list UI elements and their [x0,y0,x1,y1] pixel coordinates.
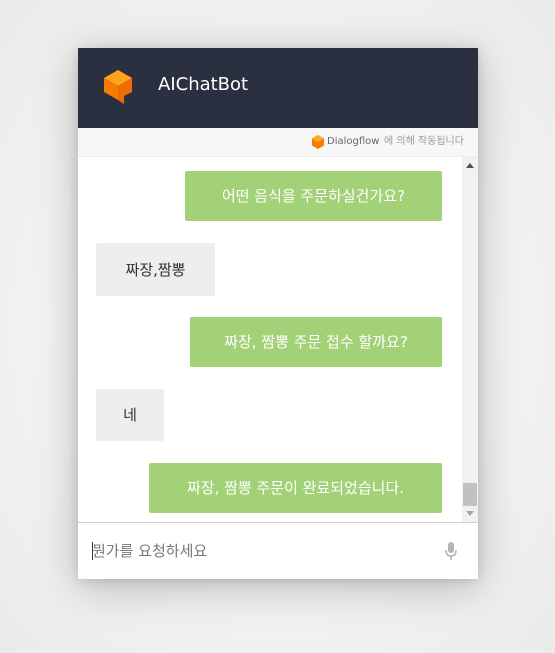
text-caret [92,542,93,560]
microphone-icon[interactable] [444,541,458,561]
scroll-down-arrow-icon[interactable] [466,511,474,516]
user-message: 네 [96,389,164,441]
user-message: 짜장,짬뽕 [96,243,215,296]
message-input[interactable] [92,539,432,563]
input-area [78,522,478,579]
bot-message: 짜장, 짬뽕 주문 접수 할까요? [190,317,442,367]
bot-message: 어떤 음식을 주문하실건가요? [185,171,442,221]
orange-cube-icon [104,70,132,104]
message-scrollbar[interactable] [462,157,478,522]
powered-by-bar: Dialogflow 에 의해 작동됩니다 [78,128,478,157]
scrollbar-thumb[interactable] [463,483,477,506]
scroll-up-arrow-icon[interactable] [466,163,474,168]
chat-window: AIChatBot Dialogflow 에 의해 작동됩니다 어떤 음식을 주… [78,48,478,579]
chat-header: AIChatBot [78,48,478,128]
message-list[interactable]: 어떤 음식을 주문하실건가요? 짜장,짬뽕 짜장, 짬뽕 주문 접수 할까요? … [78,157,462,522]
bot-message: 짜장, 짬뽕 주문이 완료되었습니다. [149,463,442,513]
powered-by-text: 에 의해 작동됩니다 [384,136,464,147]
dialogflow-icon [312,135,324,149]
dialogflow-brand[interactable]: Dialogflow [327,135,379,149]
chat-title: AIChatBot [158,74,249,95]
